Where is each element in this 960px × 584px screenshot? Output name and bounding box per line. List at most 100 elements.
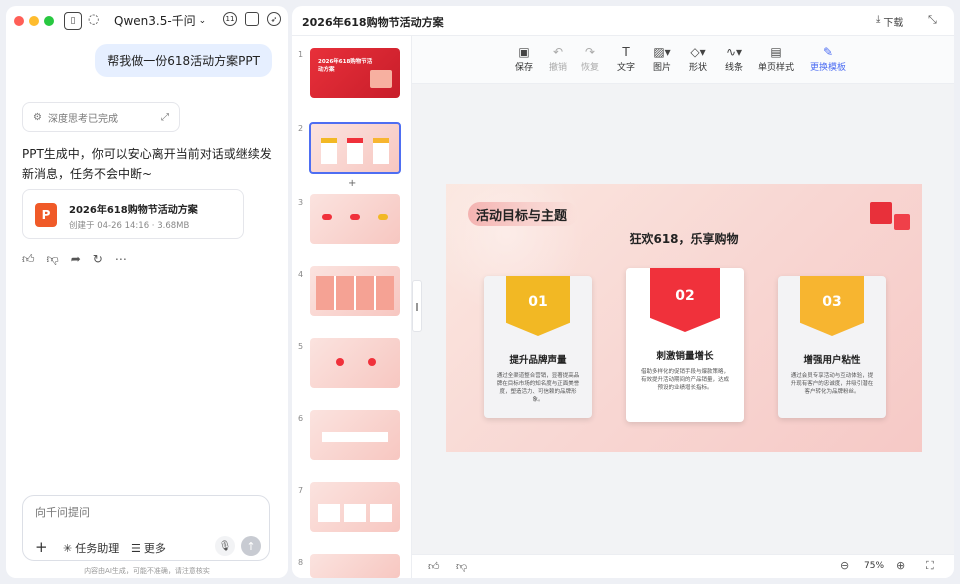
thumb-columns (316, 276, 394, 310)
file-name: 2026年618购物节活动方案 (69, 205, 198, 216)
slide-thumbnail-7[interactable] (310, 482, 400, 532)
thumb-card (321, 138, 337, 164)
slide-thumbnail-6[interactable] (310, 410, 400, 460)
zoom-out-icon[interactable]: ⊖ (840, 559, 849, 572)
tool-label: 单页样式 (757, 63, 794, 73)
card-number-banner: 01 (506, 276, 570, 336)
slide-heading[interactable]: 活动目标与主题 (476, 205, 567, 224)
close-window-button[interactable] (14, 16, 24, 26)
thumb-number: 3 (298, 198, 304, 207)
editor-bottom-bar: 👍︎ 👎︎ ⊖ 75% ⊕ ⛶ (412, 554, 954, 578)
dislike-slide-icon[interactable]: 👎︎ (456, 560, 467, 573)
tool-label: 形状 (688, 63, 707, 73)
disclaimer: 内容由AI生成，可能不准确，请注意核实 (84, 567, 210, 575)
thumb-row (318, 504, 392, 522)
fullscreen-icon[interactable]: ⛶ (926, 559, 934, 573)
thumb-title: 2026年618购物节活动方案 (318, 59, 373, 73)
slide-thumbnail-8[interactable] (310, 554, 400, 578)
image-button[interactable]: ▨▾ 图片 (644, 44, 680, 73)
page-style-button[interactable]: ▤ 单页样式 (754, 44, 798, 73)
slide-thumbnail-2[interactable] (309, 122, 401, 174)
history-icon[interactable]: 11 (223, 12, 237, 26)
save-button[interactable]: ▣ 保存 (506, 44, 542, 73)
thumbs-down-icon[interactable]: 👎︎ (47, 252, 59, 267)
minimize-window-button[interactable] (29, 16, 39, 26)
thumb-number: 6 (298, 414, 304, 423)
microphone-icon[interactable]: 🎙︎ (215, 536, 235, 556)
slide-canvas[interactable]: ‖ 活动目标与主题 狂欢618，乐享购物 01 提升品牌声量 通过全渠道整合营销… (412, 84, 954, 554)
thumb-shape (350, 214, 360, 220)
redo-button[interactable]: ↷ 恢复 (572, 44, 608, 73)
add-slide-button[interactable]: + (348, 178, 356, 189)
ppt-file-card[interactable]: P 2026年618购物节活动方案 创建于 04-26 14:16 · 3.68… (22, 189, 244, 239)
image-icon: ▨▾ (653, 45, 671, 59)
zoom-level[interactable]: 75% (864, 561, 884, 571)
line-icon: ∿▾ (725, 45, 743, 59)
thumb-number: 4 (298, 270, 304, 279)
share-icon[interactable]: ➦ (71, 252, 81, 267)
gift-box-icon (870, 202, 892, 224)
goal-card-1[interactable]: 01 提升品牌声量 通过全渠道整合营销，显著提高品牌在目标市场的知名度与正面美誉… (484, 276, 592, 418)
model-selector[interactable]: Qwen3.5-千问 ⌄ (114, 12, 206, 29)
slide-thumbnail-5[interactable] (310, 338, 400, 388)
sidebar-toggle-icon[interactable]: ▯ (64, 12, 82, 30)
send-button[interactable]: ↑ (241, 536, 261, 556)
add-button[interactable]: + (35, 538, 48, 556)
sparkle-icon: ✳ (63, 541, 73, 555)
more-button[interactable]: ☰ 更多 (131, 540, 166, 556)
redo-icon: ↷ (584, 45, 596, 59)
slide-thumbnail-1[interactable]: 2026年618购物节活动方案 (310, 48, 400, 98)
more-icon[interactable]: ⋯ (115, 252, 127, 267)
tool-label: 恢复 (580, 63, 599, 73)
ppt-file-icon: P (35, 203, 57, 227)
slide-thumbnail-3[interactable] (310, 194, 400, 244)
task-assistant-button[interactable]: ✳ 任务助理 (63, 540, 119, 556)
change-template-button[interactable]: ✎ 更换模板 (806, 44, 850, 73)
download-button[interactable]: ⤓ 下载 (876, 14, 903, 29)
chat-input[interactable] (35, 506, 255, 519)
image-icon[interactable] (245, 12, 259, 26)
thumb-shape (378, 214, 388, 220)
text-icon: T (622, 45, 630, 59)
thumb-number: 5 (298, 342, 304, 351)
like-slide-icon[interactable]: 👍︎ (428, 560, 440, 573)
list-icon: ☰ (131, 541, 141, 555)
shape-button[interactable]: ◇▾ 形状 (680, 44, 716, 73)
more-label: 更多 (143, 542, 166, 555)
line-button[interactable]: ∿▾ 线条 (716, 44, 752, 73)
card-description: 借助多样化的促销手段与爆款策略，有效提升活动期间的产品销量，达成预设的业绩增长指… (640, 369, 729, 391)
panel-resize-handle[interactable]: ‖ (412, 280, 422, 332)
shape-icon: ◇▾ (690, 45, 706, 59)
undo-icon: ↶ (552, 45, 564, 59)
card-number-banner: 03 (800, 276, 864, 336)
thumb-card (373, 138, 389, 164)
chat-input-box[interactable]: + ✳ 任务助理 ☰ 更多 🎙︎ ↑ (22, 495, 270, 561)
regenerate-icon[interactable]: ↻ (93, 252, 103, 267)
expand-icon[interactable]: ⤢ (161, 112, 169, 123)
editor-toolbar: ▣ 保存 ↶ 撤销 ↷ 恢复 T 文字 ▨▾ 图片 ◇▾ 形状 ∿▾ 线条 ▤ 单页样式 ✎ 更换… (412, 36, 954, 84)
card-title: 增强用户粘性 (803, 355, 861, 366)
assistant-message: PPT生成中，你可以安心离开当前对话或继续发新消息，任务不会中断~ (22, 147, 272, 181)
collapse-icon[interactable]: ⤡ (928, 13, 937, 27)
download-label: 下载 (883, 18, 904, 29)
slide-thumbnail-4[interactable] (310, 266, 400, 316)
tool-label: 保存 (514, 63, 533, 73)
tool-label: 更换模板 (809, 63, 846, 73)
goal-card-3[interactable]: 03 增强用户粘性 通过会员专享活动与互动体验，提升现有客户的忠诚度，并吸引潜在… (778, 276, 886, 418)
compass-icon[interactable]: ➶ (267, 12, 281, 26)
undo-button[interactable]: ↶ 撤销 (540, 44, 576, 73)
text-button[interactable]: T 文字 (608, 44, 644, 73)
zoom-in-icon[interactable]: ⊕ (896, 559, 905, 572)
maximize-window-button[interactable] (44, 16, 54, 26)
thumbs-up-icon[interactable]: 👍︎ (22, 252, 35, 267)
new-chat-icon[interactable]: ◌ (88, 12, 99, 27)
goal-card-2[interactable]: 02 刺激销量增长 借助多样化的促销手段与爆款策略，有效提升活动期间的产品销量，… (626, 268, 744, 422)
current-slide[interactable]: 活动目标与主题 狂欢618，乐享购物 01 提升品牌声量 通过全渠道整合营销，显… (446, 184, 922, 452)
slide-subtitle[interactable]: 狂欢618，乐享购物 (446, 230, 922, 247)
thumb-shape (322, 214, 332, 220)
tool-label: 文字 (616, 63, 635, 73)
thinking-status[interactable]: ⚙ 深度思考已完成 ⤢ (22, 102, 180, 132)
thumb-number: 8 (298, 558, 304, 567)
model-name: Qwen3.5-千问 (114, 14, 196, 28)
document-title: 2026年618购物节活动方案 (302, 16, 444, 29)
